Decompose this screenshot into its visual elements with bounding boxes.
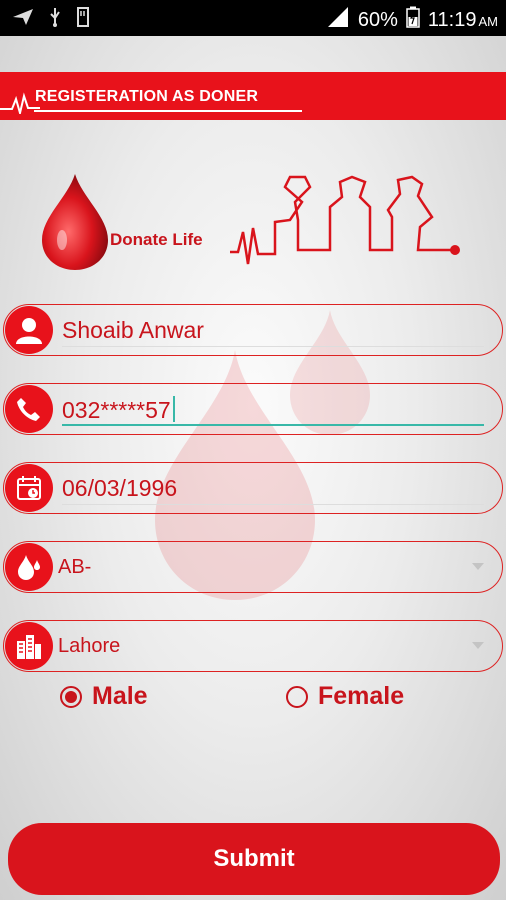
status-bar-notifications <box>12 7 90 32</box>
blood-group-value: AB- <box>58 556 92 578</box>
chevron-down-icon[interactable] <box>472 563 484 570</box>
chevron-down-icon[interactable] <box>472 642 484 649</box>
gender-radio-group: Male Female <box>60 682 460 718</box>
female-radio[interactable]: Female <box>286 682 404 711</box>
text-cursor <box>172 396 175 422</box>
city-select[interactable]: Lahore <box>3 620 503 672</box>
logo-text: Donate Life <box>110 230 203 249</box>
blood-drop-icon <box>5 543 53 591</box>
status-bar: 60% 11:19 AM <box>0 0 506 36</box>
dob-underline <box>62 504 484 505</box>
radio-selected-dot <box>65 690 77 703</box>
phone-underline <box>62 424 484 426</box>
phone-icon <box>5 385 53 433</box>
male-radio-button[interactable] <box>60 685 82 708</box>
clock-ampm: AM <box>478 13 499 29</box>
clock: 11:19 AM <box>428 9 498 32</box>
city-value: Lahore <box>58 635 121 657</box>
title-underline <box>34 110 302 112</box>
city-icon <box>5 622 53 670</box>
person-icon <box>5 306 53 354</box>
signal-icon <box>326 7 350 33</box>
dob-field[interactable]: 06/03/1996 <box>3 462 503 514</box>
female-label: Female <box>318 682 405 710</box>
submit-label: Submit <box>213 845 295 872</box>
name-underline <box>62 346 484 347</box>
status-bar-system: 60% 11:19 AM <box>326 6 498 34</box>
battery-icon <box>406 6 420 34</box>
send-icon <box>12 7 34 32</box>
name-input[interactable]: Shoaib Anwar <box>62 317 204 344</box>
phone-field[interactable]: 032*****57 <box>3 383 503 435</box>
phone-value: 032*****57 <box>62 397 171 423</box>
dob-input[interactable]: 06/03/1996 <box>62 475 177 502</box>
name-field[interactable]: Shoaib Anwar <box>3 304 503 356</box>
submit-button[interactable]: Submit <box>8 823 500 895</box>
donate-life-logo: Donate Life <box>40 172 470 277</box>
battery-percent: 60% <box>357 8 398 31</box>
registration-header: REGISTERATION AS DONER <box>0 72 506 120</box>
male-radio[interactable]: Male <box>60 682 148 711</box>
male-label: Male <box>92 682 148 710</box>
blood-group-select[interactable]: AB- <box>3 541 503 593</box>
sd-card-icon <box>76 7 90 32</box>
usb-icon <box>48 7 62 32</box>
female-radio-button[interactable] <box>286 685 308 708</box>
clock-time: 11:19 <box>427 8 477 31</box>
phone-input[interactable]: 032*****57 <box>62 396 175 424</box>
page-title: REGISTERATION AS DONER <box>35 88 259 105</box>
calendar-icon <box>5 464 53 512</box>
